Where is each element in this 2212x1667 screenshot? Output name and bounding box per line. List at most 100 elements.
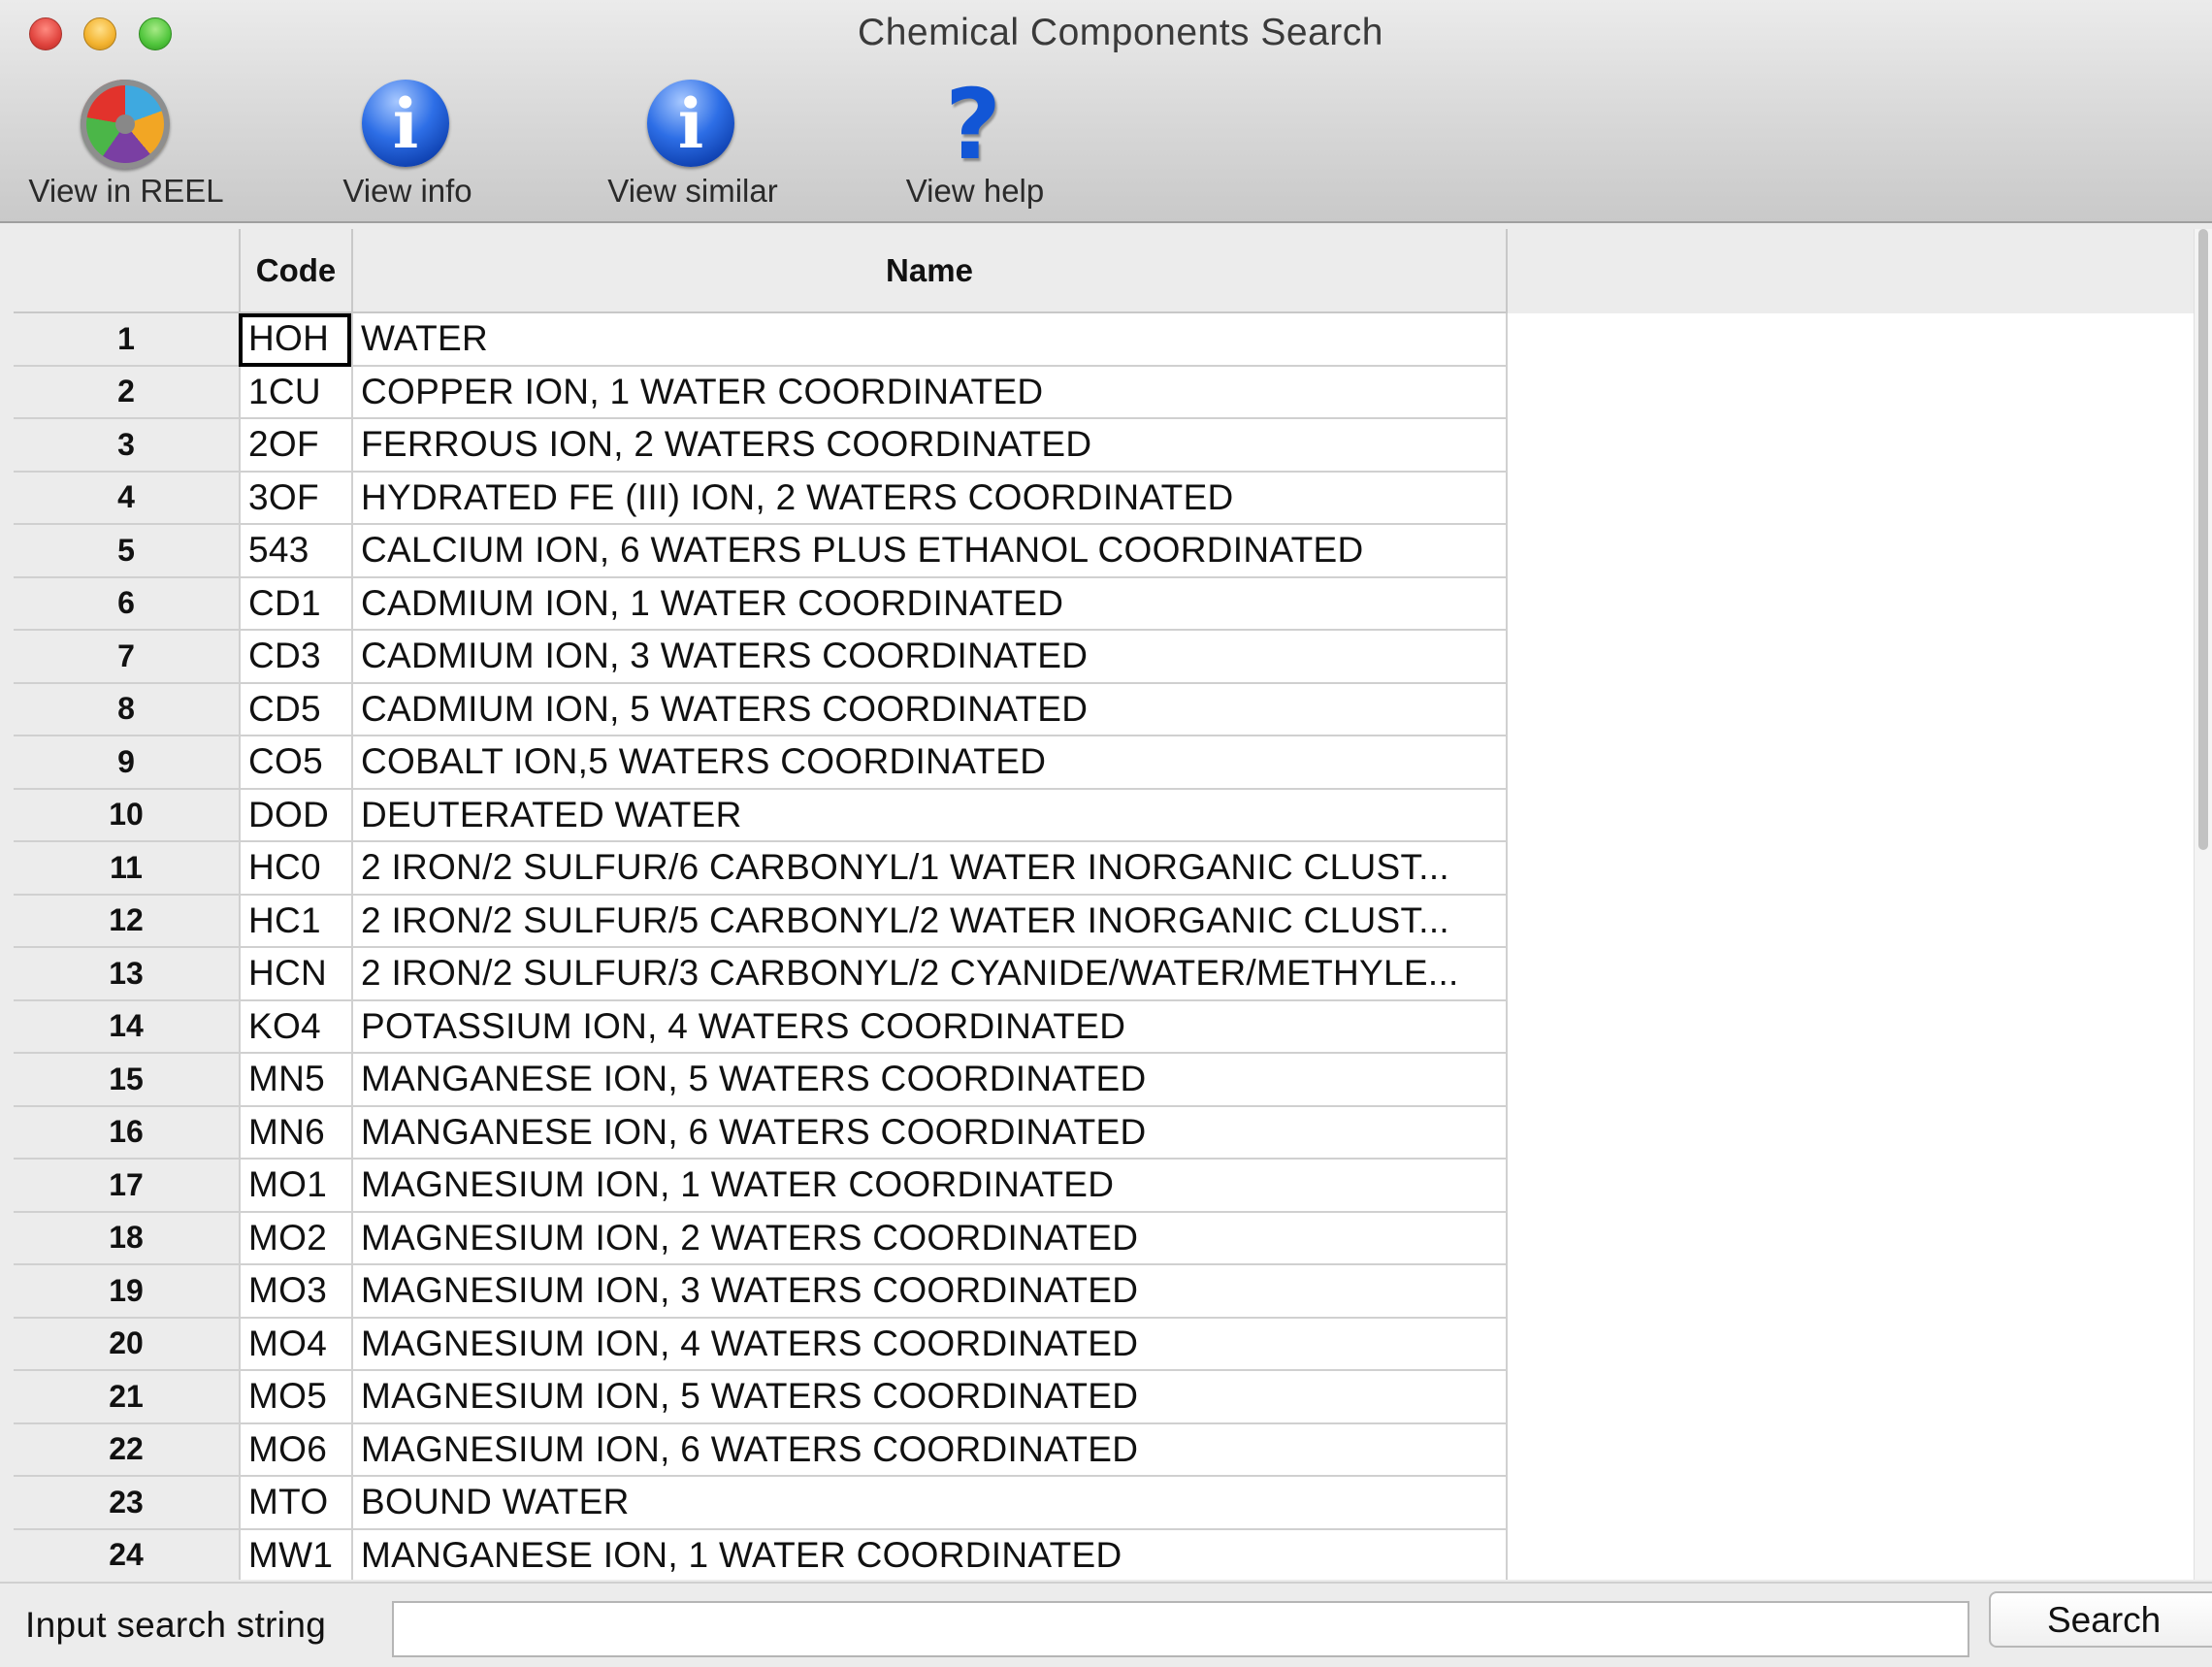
table-row[interactable]: 13 HCN 2 IRON/2 SULFUR/3 CARBONYL/2 CYANID… <box>14 948 1508 1001</box>
row-number: 8 <box>14 683 239 736</box>
code-cell[interactable]: 1CU <box>239 366 351 419</box>
table-row[interactable]: 21 MO5 MAGNESIUM ION, 5 WATERS COORDINATED <box>14 1371 1508 1424</box>
name-cell[interactable]: BOUND WATER <box>351 1477 1508 1530</box>
table-row[interactable]: 6 CD1 CADMIUM ION, 1 WATER COORDINATED <box>14 577 1508 631</box>
table-corner <box>14 229 239 313</box>
table-row[interactable]: 9 CO5 COBALT ION,5 WATERS COORDINATED <box>14 736 1508 790</box>
name-cell[interactable]: 2 IRON/2 SULFUR/5 CARBONYL/2 WATER INORG… <box>351 895 1508 948</box>
search-button[interactable]: Search <box>1989 1591 2212 1648</box>
table-row[interactable]: 1 HOH WATER <box>14 313 1508 367</box>
name-cell[interactable]: 2 IRON/2 SULFUR/3 CARBONYL/2 CYANIDE/WAT… <box>351 948 1508 1001</box>
row-number: 12 <box>14 895 239 948</box>
code-cell[interactable]: HC0 <box>239 842 351 896</box>
table-row[interactable]: 14 KO4 POTASSIUM ION, 4 WATERS COORDINATED <box>14 1000 1508 1054</box>
table-row[interactable]: 7 CD3 CADMIUM ION, 3 WATERS COORDINATED <box>14 631 1508 684</box>
name-cell[interactable]: CADMIUM ION, 5 WATERS COORDINATED <box>351 683 1508 736</box>
row-number: 24 <box>14 1529 239 1580</box>
scroll-thumb[interactable] <box>2198 229 2208 850</box>
code-cell[interactable]: MO5 <box>239 1371 351 1424</box>
table-row[interactable]: 5 543 CALCIUM ION, 6 WATERS PLUS ETHANOL C… <box>14 525 1508 578</box>
name-cell[interactable]: CALCIUM ION, 6 WATERS PLUS ETHANOL COORD… <box>351 525 1508 578</box>
code-cell[interactable]: MO1 <box>239 1160 351 1213</box>
row-number: 17 <box>14 1160 239 1213</box>
column-header-name[interactable]: Name <box>351 229 1508 313</box>
name-cell[interactable]: MAGNESIUM ION, 1 WATER COORDINATED <box>351 1160 1508 1213</box>
table-row[interactable]: 4 3OF HYDRATED FE (III) ION, 2 WATERS COOR… <box>14 472 1508 525</box>
code-cell[interactable]: 3OF <box>239 472 351 525</box>
table-row[interactable]: 18 MO2 MAGNESIUM ION, 2 WATERS COORDINATED <box>14 1212 1508 1265</box>
name-cell[interactable]: MANGANESE ION, 6 WATERS COORDINATED <box>351 1106 1508 1160</box>
info-icon: i <box>647 80 734 167</box>
row-number: 19 <box>14 1265 239 1319</box>
table-row[interactable]: 3 2OF FERROUS ION, 2 WATERS COORDINATED <box>14 419 1508 473</box>
table-row[interactable]: 15 MN5 MANGANESE ION, 5 WATERS COORDINATED <box>14 1054 1508 1107</box>
name-cell[interactable]: CADMIUM ION, 3 WATERS COORDINATED <box>351 631 1508 684</box>
code-cell[interactable]: HOH <box>239 313 351 367</box>
name-cell[interactable]: COBALT ION,5 WATERS COORDINATED <box>351 736 1508 790</box>
name-cell[interactable]: MAGNESIUM ION, 6 WATERS COORDINATED <box>351 1423 1508 1477</box>
name-cell[interactable]: MAGNESIUM ION, 5 WATERS COORDINATED <box>351 1371 1508 1424</box>
name-cell[interactable]: DEUTERATED WATER <box>351 789 1508 842</box>
code-cell[interactable]: CD1 <box>239 577 351 631</box>
code-cell[interactable]: DOD <box>239 789 351 842</box>
table-row[interactable]: 16 MN6 MANGANESE ION, 6 WATERS COORDINATED <box>14 1106 1508 1160</box>
name-cell[interactable]: POTASSIUM ION, 4 WATERS COORDINATED <box>351 1000 1508 1054</box>
view-similar-button[interactable]: i View similar <box>594 80 792 210</box>
name-cell[interactable]: MAGNESIUM ION, 3 WATERS COORDINATED <box>351 1265 1508 1319</box>
code-cell[interactable]: CO5 <box>239 736 351 790</box>
name-cell[interactable]: 2 IRON/2 SULFUR/6 CARBONYL/1 WATER INORG… <box>351 842 1508 896</box>
search-input[interactable] <box>392 1601 1969 1657</box>
row-number: 15 <box>14 1054 239 1107</box>
code-cell[interactable]: CD5 <box>239 683 351 736</box>
row-number: 20 <box>14 1318 239 1371</box>
code-cell[interactable]: MO4 <box>239 1318 351 1371</box>
name-cell[interactable]: MANGANESE ION, 1 WATER COORDINATED <box>351 1529 1508 1580</box>
code-cell[interactable]: HCN <box>239 948 351 1001</box>
title-toolbar: Chemical Components Search View in REEL … <box>0 0 2212 223</box>
header-filler <box>1508 229 2198 313</box>
vertical-scrollbar[interactable] <box>2194 229 2212 1580</box>
table-row[interactable]: 11 HC0 2 IRON/2 SULFUR/6 CARBONYL/1 WATER … <box>14 842 1508 896</box>
column-header-code[interactable]: Code <box>239 229 351 313</box>
code-cell[interactable]: 2OF <box>239 419 351 473</box>
code-cell[interactable]: 543 <box>239 525 351 578</box>
row-number: 13 <box>14 948 239 1001</box>
table-row[interactable]: 20 MO4 MAGNESIUM ION, 4 WATERS COORDINATED <box>14 1318 1508 1371</box>
code-cell[interactable]: MO3 <box>239 1265 351 1319</box>
table-row[interactable]: 17 MO1 MAGNESIUM ION, 1 WATER COORDINATED <box>14 1160 1508 1213</box>
view-help-button[interactable]: ? View help <box>883 77 1067 210</box>
name-cell[interactable]: MANGANESE ION, 5 WATERS COORDINATED <box>351 1054 1508 1107</box>
code-cell[interactable]: HC1 <box>239 895 351 948</box>
code-cell[interactable]: CD3 <box>239 631 351 684</box>
table-row[interactable]: 12 HC1 2 IRON/2 SULFUR/5 CARBONYL/2 WATER … <box>14 895 1508 948</box>
row-number: 5 <box>14 525 239 578</box>
row-number: 6 <box>14 577 239 631</box>
table-row[interactable]: 23 MTO BOUND WATER <box>14 1477 1508 1530</box>
code-cell[interactable]: MO6 <box>239 1423 351 1477</box>
table-row[interactable]: 10 DOD DEUTERATED WATER <box>14 789 1508 842</box>
name-cell[interactable]: CADMIUM ION, 1 WATER COORDINATED <box>351 577 1508 631</box>
row-number: 9 <box>14 736 239 790</box>
info-icon: i <box>362 80 449 167</box>
name-cell[interactable]: MAGNESIUM ION, 2 WATERS COORDINATED <box>351 1212 1508 1265</box>
code-cell[interactable]: MN5 <box>239 1054 351 1107</box>
view-info-button[interactable]: i View info <box>320 80 495 210</box>
name-cell[interactable]: MAGNESIUM ION, 4 WATERS COORDINATED <box>351 1318 1508 1371</box>
name-cell[interactable]: WATER <box>351 313 1508 367</box>
view-info-label: View info <box>342 173 472 209</box>
table-row[interactable]: 2 1CU COPPER ION, 1 WATER COORDINATED <box>14 366 1508 419</box>
table-row[interactable]: 19 MO3 MAGNESIUM ION, 3 WATERS COORDINATED <box>14 1265 1508 1319</box>
view-similar-label: View similar <box>607 173 778 209</box>
table-row[interactable]: 8 CD5 CADMIUM ION, 5 WATERS COORDINATED <box>14 683 1508 736</box>
code-cell[interactable]: MTO <box>239 1477 351 1530</box>
code-cell[interactable]: MN6 <box>239 1106 351 1160</box>
name-cell[interactable]: HYDRATED FE (III) ION, 2 WATERS COORDINA… <box>351 472 1508 525</box>
view-in-reel-button[interactable]: View in REEL <box>19 80 233 210</box>
name-cell[interactable]: FERROUS ION, 2 WATERS COORDINATED <box>351 419 1508 473</box>
code-cell[interactable]: MW1 <box>239 1529 351 1580</box>
table-row[interactable]: 24 MW1 MANGANESE ION, 1 WATER COORDINATED <box>14 1529 1508 1580</box>
code-cell[interactable]: KO4 <box>239 1000 351 1054</box>
table-row[interactable]: 22 MO6 MAGNESIUM ION, 6 WATERS COORDINATED <box>14 1423 1508 1477</box>
code-cell[interactable]: MO2 <box>239 1212 351 1265</box>
name-cell[interactable]: COPPER ION, 1 WATER COORDINATED <box>351 366 1508 419</box>
